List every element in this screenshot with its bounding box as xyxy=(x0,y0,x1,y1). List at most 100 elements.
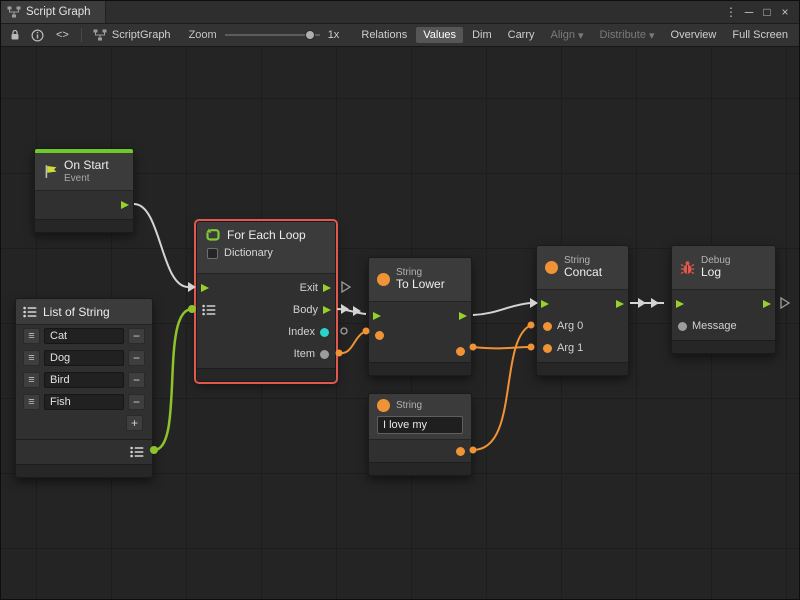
node-title: For Each Loop xyxy=(227,228,306,242)
lock-icon[interactable] xyxy=(5,26,25,44)
fullscreen-label: Full Screen xyxy=(732,29,788,41)
graph-reference[interactable]: ScriptGraph xyxy=(87,29,177,41)
dim-button[interactable]: Dim xyxy=(465,27,499,43)
arg0-input-port[interactable] xyxy=(543,322,552,331)
list-output-port[interactable] xyxy=(130,446,144,458)
flow-input-port[interactable] xyxy=(541,300,549,308)
drag-handle-icon[interactable]: ≡ xyxy=(23,394,40,410)
remove-item-button[interactable]: − xyxy=(128,328,145,344)
script-graph-icon xyxy=(7,6,21,18)
port-area xyxy=(369,440,471,462)
list-item-field[interactable]: Dog xyxy=(44,350,124,366)
node-string-literal[interactable]: String xyxy=(368,393,472,476)
add-item-button[interactable]: + xyxy=(126,415,143,431)
arg1-input-port[interactable] xyxy=(543,344,552,353)
list-icon xyxy=(23,306,37,318)
exit-output-port[interactable] xyxy=(323,284,331,292)
item-output-port[interactable] xyxy=(320,350,329,359)
tab-script-graph[interactable]: Script Graph xyxy=(1,1,106,23)
index-output-port[interactable] xyxy=(320,328,329,337)
drag-handle-icon[interactable]: ≡ xyxy=(23,328,40,344)
overview-button[interactable]: Overview xyxy=(664,27,724,43)
node-footer xyxy=(369,462,471,475)
graph-canvas[interactable]: On Start Event For Each Loop xyxy=(1,47,799,599)
list-item-field[interactable]: Cat xyxy=(44,328,124,344)
flow-output-port[interactable] xyxy=(121,201,129,209)
zoom-label: Zoom xyxy=(189,29,217,41)
relations-button[interactable]: Relations xyxy=(354,27,414,43)
dictionary-checkbox[interactable] xyxy=(207,248,218,259)
align-label: Align xyxy=(551,29,575,41)
dim-label: Dim xyxy=(472,29,492,41)
node-for-each-loop[interactable]: For Each Loop Dictionary Exit Body xyxy=(196,221,336,382)
remove-item-button[interactable]: − xyxy=(128,372,145,388)
port-area xyxy=(369,302,471,362)
minimize-button[interactable]: ─ xyxy=(740,2,758,22)
remove-item-button[interactable]: − xyxy=(128,394,145,410)
flow-input-port[interactable] xyxy=(676,300,684,308)
string-input-port[interactable] xyxy=(375,331,384,340)
fullscreen-button[interactable]: Full Screen xyxy=(725,27,795,43)
zoom-slider[interactable] xyxy=(225,28,320,42)
string-output-port[interactable] xyxy=(456,347,465,356)
window-menu-icon[interactable]: ⋮ xyxy=(722,2,740,22)
string-output-port[interactable] xyxy=(456,447,465,456)
flow-input-port[interactable] xyxy=(373,312,381,320)
arg0-port-label: Arg 0 xyxy=(557,320,583,332)
maximize-button[interactable]: □ xyxy=(758,2,776,22)
node-category: String xyxy=(396,400,422,411)
flow-output-port[interactable] xyxy=(616,300,624,308)
graph-reference-label: ScriptGraph xyxy=(112,29,171,41)
carry-label: Carry xyxy=(508,29,535,41)
drag-handle-icon[interactable]: ≡ xyxy=(23,350,40,366)
flow-input-port[interactable] xyxy=(201,284,209,292)
node-subtitle: Event xyxy=(64,173,109,185)
node-string-to-lower[interactable]: String To Lower xyxy=(368,257,472,376)
tab-title: Script Graph xyxy=(26,6,91,18)
distribute-button[interactable]: Distribute▾ xyxy=(593,27,662,44)
list-output-row xyxy=(16,439,152,464)
wire-arrowhead xyxy=(638,298,646,308)
node-list-of-string[interactable]: List of String ≡ Cat − ≡ Dog − ≡ Bird − … xyxy=(15,298,153,478)
align-button[interactable]: Align▾ xyxy=(544,27,591,44)
body-output-port[interactable] xyxy=(323,306,331,314)
port-area: Exit Body Index Item xyxy=(197,274,335,368)
flow-output-port[interactable] xyxy=(459,312,467,320)
list-item-row: ≡ Dog − xyxy=(16,347,152,369)
node-debug-log[interactable]: Debug Log Message xyxy=(671,245,776,354)
carry-button[interactable]: Carry xyxy=(501,27,542,43)
node-title: List of String xyxy=(43,305,110,319)
node-title: On Start xyxy=(64,159,109,173)
string-literal-input[interactable] xyxy=(377,416,463,434)
node-footer xyxy=(35,219,133,232)
window-controls: ⋮ ─ □ × xyxy=(722,1,799,23)
relations-label: Relations xyxy=(361,29,407,41)
distribute-label: Distribute xyxy=(600,29,646,41)
remove-item-button[interactable]: − xyxy=(128,350,145,366)
chevron-down-icon: ▾ xyxy=(649,29,655,42)
node-string-concat[interactable]: String Concat Arg 0 Arg 1 xyxy=(536,245,629,376)
node-title: Concat xyxy=(564,266,602,280)
node-footer xyxy=(16,464,152,477)
node-on-start[interactable]: On Start Event xyxy=(34,148,134,233)
wire-arrowhead xyxy=(341,304,349,314)
chevron-down-icon: ▾ xyxy=(578,29,584,42)
zoom-slider-handle[interactable] xyxy=(305,30,315,40)
node-header: String Concat xyxy=(537,246,628,290)
node-header: Debug Log xyxy=(672,246,775,290)
edit-source-button[interactable]: <> xyxy=(49,27,76,43)
index-port-label: Index xyxy=(288,326,315,338)
info-icon[interactable] xyxy=(27,26,47,44)
string-icon xyxy=(377,399,390,412)
list-item-field[interactable]: Fish xyxy=(44,394,124,410)
list-item-field[interactable]: Bird xyxy=(44,372,124,388)
collection-input-port[interactable] xyxy=(202,304,216,316)
close-button[interactable]: × xyxy=(776,2,794,22)
graph-toolbar: <> ScriptGraph Zoom 1x Relations Values … xyxy=(1,24,799,47)
node-title: To Lower xyxy=(396,278,445,292)
flow-output-port[interactable] xyxy=(763,300,771,308)
values-button[interactable]: Values xyxy=(416,27,463,43)
message-input-port[interactable] xyxy=(678,322,687,331)
drag-handle-icon[interactable]: ≡ xyxy=(23,372,40,388)
list-item-row: ≡ Fish − xyxy=(16,391,152,413)
